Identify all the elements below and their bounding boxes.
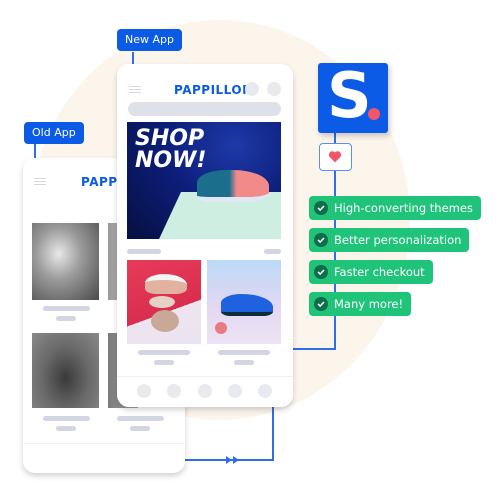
- search-icon[interactable]: [245, 82, 259, 96]
- feature-label: High-converting themes: [334, 201, 473, 215]
- feature-label: Better personalization: [334, 233, 462, 247]
- arrow-icon: [226, 456, 232, 464]
- stone: [149, 296, 175, 308]
- nav-icon-home[interactable]: [137, 384, 151, 398]
- logo-letter: S: [327, 59, 372, 132]
- check-circle-icon: [314, 233, 328, 247]
- feature-badge: Many more!: [309, 292, 412, 316]
- heart-badge: [319, 143, 352, 171]
- placeholder-bar: [43, 306, 90, 311]
- connector-logo-heart: [334, 133, 336, 143]
- product-image-sneaker-stones[interactable]: [127, 260, 201, 344]
- check-circle-icon: [314, 201, 328, 215]
- arrow-icon: [233, 456, 239, 464]
- menu-icon: [34, 178, 46, 185]
- stone: [151, 310, 179, 332]
- feature-badge: Faster checkout: [309, 260, 433, 284]
- new-app-brand: PAPPILLON: [174, 83, 253, 97]
- divider: [23, 443, 185, 444]
- placeholder-bar: [43, 416, 90, 421]
- menu-icon: [129, 86, 141, 93]
- check-circle-icon: [314, 265, 328, 279]
- old-app-tag: Old App: [24, 122, 84, 144]
- feature-label: Many more!: [334, 297, 404, 311]
- shoe: [221, 294, 273, 316]
- nav-icon-explore[interactable]: [167, 384, 181, 398]
- connector-new-app-bottom: [272, 405, 274, 460]
- cart-icon[interactable]: [267, 82, 281, 96]
- new-app-phone: PAPPILLON SHOP NOW!: [117, 64, 293, 407]
- placeholder-bar: [56, 316, 76, 321]
- heart-icon: [328, 151, 342, 163]
- connector-to-new-app: [292, 348, 336, 350]
- check-circle-icon: [314, 297, 328, 311]
- hero-text-line1: SHOP: [135, 126, 205, 151]
- search-bar[interactable]: [128, 102, 281, 116]
- brand-logo: S: [318, 59, 388, 133]
- placeholder-bar: [218, 350, 270, 355]
- hero-text: SHOP NOW!: [135, 128, 206, 172]
- logo-dot: [368, 108, 380, 120]
- placeholder-bar: [130, 426, 150, 431]
- connector-old-app-tag: [34, 144, 36, 158]
- placeholder-bar: [138, 350, 190, 355]
- placeholder-bar: [154, 360, 174, 365]
- new-app-tag: New App: [117, 29, 182, 51]
- nav-icon-profile[interactable]: [258, 384, 272, 398]
- placeholder-bar: [264, 249, 281, 254]
- nav-icon-search[interactable]: [198, 384, 212, 398]
- product-image-blue-shoe[interactable]: [207, 260, 281, 344]
- hero-sneaker: [197, 170, 269, 202]
- divider: [117, 376, 293, 377]
- feature-badge: High-converting themes: [309, 196, 481, 220]
- feature-label: Faster checkout: [334, 265, 425, 279]
- sneaker: [145, 274, 187, 294]
- placeholder-bar: [117, 416, 164, 421]
- old-product-image-1: [32, 223, 99, 300]
- placeholder-bar: [56, 426, 76, 431]
- placeholder-bar: [127, 249, 161, 254]
- placeholder-bar: [234, 360, 254, 365]
- ball: [215, 322, 227, 334]
- feature-badge: Better personalization: [309, 228, 470, 252]
- hero-banner[interactable]: SHOP NOW!: [127, 122, 281, 239]
- hero-text-line2: NOW!: [135, 148, 207, 173]
- nav-icon-cart[interactable]: [228, 384, 242, 398]
- old-product-image-3: [32, 333, 99, 408]
